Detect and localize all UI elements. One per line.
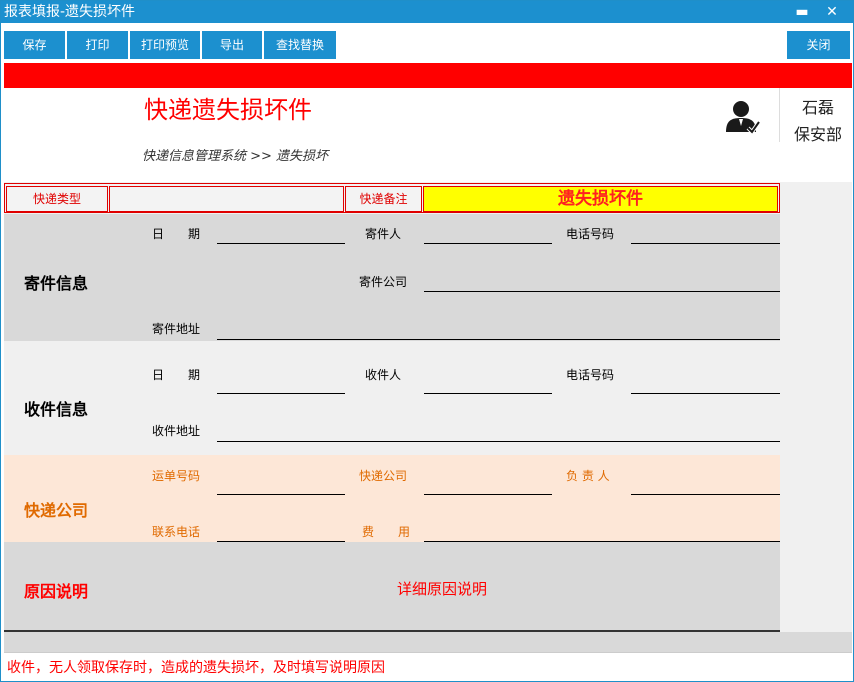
report-header: 快递遗失损坏件 快递信息管理系统 >> 遗失损坏 石磊 保安部: [4, 88, 852, 182]
toolbar: 保存 打印 打印预览 导出 查找替换 关闭: [1, 23, 853, 61]
receiver-phone-label: 电话号码: [566, 368, 615, 382]
user-avatar-icon: [726, 101, 760, 134]
sender-date-input[interactable]: [217, 243, 345, 244]
express-note-value[interactable]: 遗失损坏件: [423, 186, 778, 212]
sender-company-input[interactable]: [424, 291, 780, 292]
receiver-date-label: 日 期: [152, 368, 201, 382]
manager-input[interactable]: [631, 494, 780, 495]
waybill-label: 运单号码: [152, 469, 201, 483]
receiver-date-input[interactable]: [217, 393, 345, 394]
print-button[interactable]: 打印: [67, 31, 128, 59]
sender-title: 寄件信息: [24, 274, 89, 293]
type-row: 快递类型 快递备注 遗失损坏件: [4, 183, 780, 213]
page-title: 快递遗失损坏件: [144, 96, 312, 124]
receiver-phone-input[interactable]: [631, 393, 780, 394]
contact-label: 联系电话: [152, 525, 201, 539]
sender-address-label: 寄件地址: [152, 322, 201, 336]
user-divider: [779, 88, 780, 142]
express-company-input[interactable]: [424, 494, 552, 495]
receiver-person-label: 收件人: [365, 368, 402, 382]
report-window: 报表填报-遗失损坏件 ▬ ✕ 保存 打印 打印预览 导出 查找替换 关闭 快递遗…: [0, 0, 854, 682]
close-icon[interactable]: ✕: [821, 2, 843, 22]
breadcrumb: 快递信息管理系统 >> 遗失损坏: [142, 149, 329, 164]
user-department: 保安部: [793, 125, 842, 144]
sender-section: 寄件信息 日 期 寄件人 电话号码 寄件公司 寄件地址: [4, 214, 780, 341]
reason-title: 原因说明: [24, 582, 89, 601]
minimize-icon[interactable]: ▬: [791, 2, 813, 22]
sender-phone-input[interactable]: [631, 243, 780, 244]
receiver-address-input[interactable]: [217, 441, 780, 442]
find-replace-button[interactable]: 查找替换: [264, 31, 336, 59]
bottom-gray-bar: [4, 632, 852, 652]
express-section: 快递公司 运单号码 快递公司 负 责 人 联系电话 费 用: [4, 455, 780, 542]
reason-section: 原因说明 详细原因说明: [4, 542, 780, 632]
title-bar: 报表填报-遗失损坏件 ▬ ✕: [1, 1, 853, 23]
sender-person-label: 寄件人: [365, 227, 402, 241]
user-name: 石磊: [801, 98, 834, 117]
window-title: 报表填报-遗失损坏件: [4, 4, 136, 20]
sender-person-input[interactable]: [424, 243, 552, 244]
sender-address-input[interactable]: [217, 339, 780, 340]
express-company-label: 快递公司: [359, 469, 408, 483]
receiver-person-input[interactable]: [424, 393, 552, 394]
export-button[interactable]: 导出: [202, 31, 262, 59]
print-preview-button[interactable]: 打印预览: [130, 31, 200, 59]
express-type-label: 快递类型: [6, 186, 108, 212]
status-text: 收件，无人领取保存时，造成的遗失损坏，及时填写说明原因: [7, 660, 385, 676]
manager-label: 负 责 人: [566, 469, 610, 483]
express-note-label: 快递备注: [345, 186, 422, 212]
sender-company-label: 寄件公司: [359, 275, 408, 289]
fee-label: 费 用: [362, 525, 411, 539]
sender-phone-label: 电话号码: [566, 227, 615, 241]
waybill-input[interactable]: [217, 494, 345, 495]
sender-date-label: 日 期: [152, 227, 201, 241]
receiver-address-label: 收件地址: [152, 424, 201, 438]
status-bar: 收件，无人领取保存时，造成的遗失损坏，及时填写说明原因: [4, 652, 852, 681]
receiver-title: 收件信息: [24, 400, 89, 419]
express-type-input[interactable]: [109, 186, 344, 212]
reason-input[interactable]: 详细原因说明: [397, 578, 487, 599]
receiver-section: 收件信息 日 期 收件人 电话号码 收件地址: [4, 341, 780, 455]
close-button[interactable]: 关闭: [787, 31, 850, 59]
express-title: 快递公司: [24, 501, 89, 520]
header-red-bar: [4, 63, 852, 88]
save-button[interactable]: 保存: [4, 31, 65, 59]
